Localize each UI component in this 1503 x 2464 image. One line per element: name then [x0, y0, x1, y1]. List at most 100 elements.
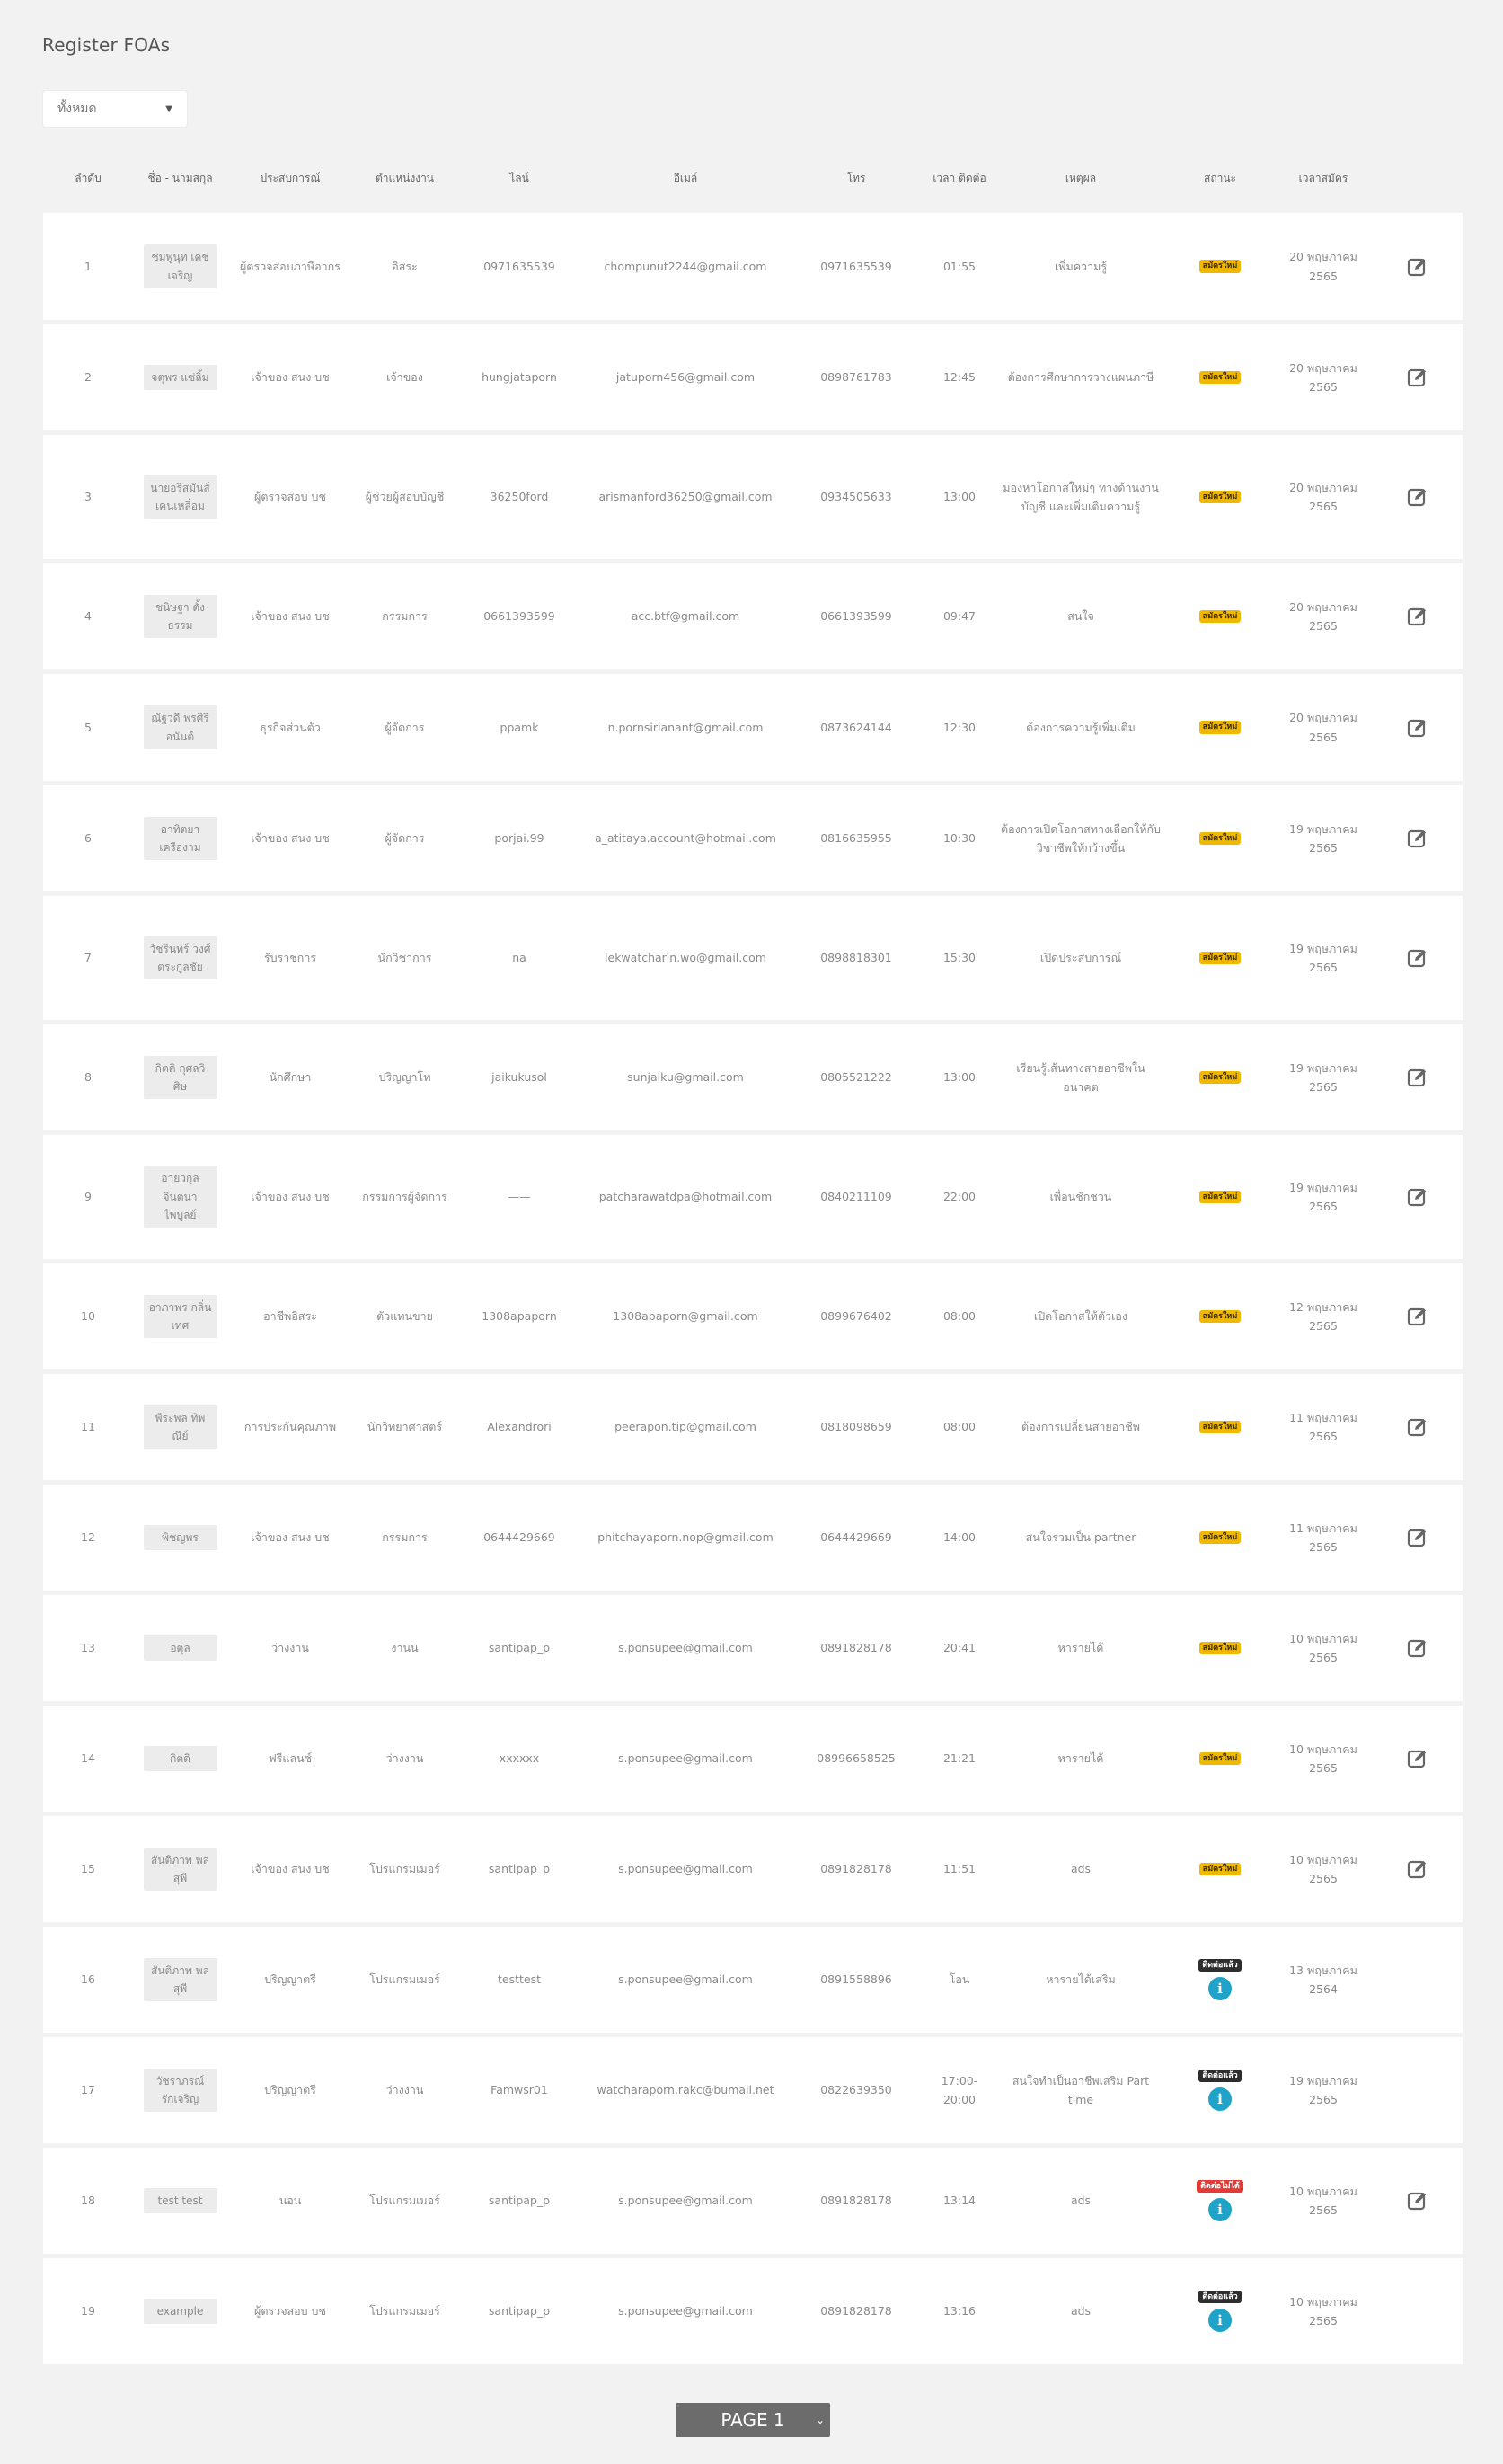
- row-no: 11: [81, 1420, 95, 1434]
- status-group: สมัครใหม่: [1198, 260, 1242, 273]
- header-position: ตำแหน่งงาน: [375, 171, 435, 184]
- row-status: ติดต่อแล้ว i: [1166, 1958, 1274, 2001]
- row-contact-time: 12:30: [942, 720, 977, 734]
- row-experience: เจ้าของ สนง บช: [251, 831, 330, 846]
- row-email: peerapon.tip@gmail.com: [614, 1420, 756, 1434]
- edit-icon[interactable]: [1406, 1066, 1429, 1089]
- edit-icon[interactable]: [1406, 946, 1429, 970]
- edit-icon[interactable]: [1406, 2189, 1429, 2212]
- status-group: ติดต่อแล้ว i: [1198, 2069, 1242, 2112]
- row-tel: 0898818301: [820, 951, 892, 965]
- row-contact-time: 21:21: [942, 1751, 977, 1766]
- row-status: ติดต่อแล้ว i: [1166, 2069, 1274, 2112]
- edit-icon[interactable]: [1406, 1636, 1429, 1660]
- row-name: อตุล: [143, 1635, 217, 1662]
- row-register-date: 13 พฤษภาคม 2564: [1289, 1963, 1357, 1996]
- table-row: 9 อายวกูล จินตนา ไพบูลย์ เจ้าของ สนง บช กรร…: [43, 1135, 1463, 1259]
- row-experience: เจ้าของ สนง บช: [251, 609, 330, 624]
- row-actions: [1373, 605, 1463, 628]
- status-group: สมัครใหม่: [1198, 721, 1242, 734]
- info-icon[interactable]: i: [1208, 1977, 1232, 2001]
- table-row: 4 ชนิษฐา ตั้งธรรม เจ้าของ สนง บช กรรมการ 066…: [43, 563, 1463, 669]
- row-name-cell: test test: [133, 2187, 227, 2214]
- status-badge: สมัครใหม่: [1198, 831, 1242, 846]
- status-badge: สมัครใหม่: [1198, 1641, 1242, 1655]
- edit-icon[interactable]: [1406, 1305, 1429, 1328]
- row-position: ผู้จัดการ: [385, 831, 425, 846]
- row-line: santipap_p: [488, 1862, 551, 1876]
- info-icon[interactable]: i: [1208, 2309, 1232, 2333]
- row-status: สมัครใหม่: [1166, 1530, 1274, 1545]
- page-select[interactable]: PAGE 1 ⌄: [676, 2403, 830, 2437]
- row-register-date: 11 พฤษภาคม 2565: [1289, 1520, 1357, 1554]
- row-name-cell: กิตติ กุศลวิศิษ: [133, 1055, 227, 1100]
- row-tel: 0891828178: [820, 2304, 892, 2318]
- row-line: 0644429669: [483, 1530, 555, 1545]
- row-reason: สนใจ: [1067, 609, 1094, 624]
- row-email: s.ponsupee@gmail.com: [618, 1862, 753, 1876]
- row-register-date: 20 พฤษภาคม 2565: [1289, 711, 1357, 744]
- table-row: 11 พีระพล ทิพณีย์ การประกันคุณภาพ นักวิทยาศ…: [43, 1374, 1463, 1480]
- row-tel: 0644429669: [820, 1530, 892, 1545]
- row-experience: อาชีพอิสระ: [263, 1309, 317, 1324]
- row-status: ติดต่อแล้ว i: [1166, 2290, 1274, 2333]
- row-position: ตัวแทนขาย: [376, 1309, 433, 1324]
- header-reason: เหตุผล: [1065, 171, 1097, 184]
- status-group: สมัครใหม่: [1198, 370, 1242, 385]
- row-name: พิชญพร: [143, 1524, 217, 1551]
- row-line: 0661393599: [483, 609, 555, 624]
- info-icon[interactable]: i: [1208, 2198, 1232, 2222]
- row-email: chompunut2244@gmail.com: [604, 259, 767, 273]
- edit-icon[interactable]: [1406, 1747, 1429, 1770]
- row-actions: [1373, 946, 1463, 970]
- status-group: สมัครใหม่: [1198, 609, 1242, 624]
- status-badge: สมัครใหม่: [1198, 490, 1242, 504]
- edit-icon[interactable]: [1406, 255, 1429, 279]
- edit-icon[interactable]: [1406, 716, 1429, 740]
- row-actions: [1373, 1066, 1463, 1089]
- row-contact-time: 08:00: [942, 1420, 977, 1434]
- row-name: test test: [143, 2187, 217, 2214]
- edit-icon[interactable]: [1406, 1857, 1429, 1881]
- chevron-down-icon: ⌄: [815, 2414, 825, 2426]
- row-name-cell: อาทิตยา เครืองาม: [133, 816, 227, 861]
- header-tel: โทร: [846, 171, 866, 184]
- status-group: สมัครใหม่: [1198, 1862, 1242, 1876]
- row-tel: 0899676402: [820, 1309, 892, 1324]
- status-badge: สมัครใหม่: [1198, 721, 1242, 734]
- row-actions: [1373, 1636, 1463, 1660]
- row-experience: ปริญญาตรี: [264, 1972, 316, 1987]
- row-line: 1308apaporn: [482, 1309, 557, 1324]
- status-badge: สมัครใหม่: [1198, 1190, 1242, 1204]
- edit-icon[interactable]: [1406, 1185, 1429, 1209]
- row-status: ติดต่อไม่ได้ i: [1166, 2179, 1274, 2222]
- row-email: acc.btf@gmail.com: [631, 609, 740, 624]
- edit-icon[interactable]: [1406, 485, 1429, 509]
- row-status: สมัครใหม่: [1166, 1641, 1274, 1655]
- row-no: 10: [81, 1309, 95, 1324]
- table-row: 2 จตุพร แซ่ลิ้ม เจ้าของ สนง บช เจ้าของ hungj…: [43, 324, 1463, 430]
- row-reason: ต้องการความรู้เพิ่มเติม: [1026, 720, 1136, 734]
- row-email: s.ponsupee@gmail.com: [618, 1751, 753, 1766]
- edit-icon[interactable]: [1406, 1415, 1429, 1439]
- edit-icon[interactable]: [1406, 1526, 1429, 1549]
- row-reason: หารายได้: [1057, 1641, 1104, 1655]
- info-icon[interactable]: i: [1208, 2087, 1232, 2112]
- row-reason: ads: [1070, 2304, 1092, 2318]
- status-filter-select[interactable]: ทั้งหมด ▼: [43, 91, 187, 127]
- edit-icon[interactable]: [1406, 366, 1429, 389]
- row-position: โปรแกรมเมอร์: [369, 1862, 440, 1876]
- row-register-date: 19 พฤษภาคม 2565: [1289, 1180, 1357, 1213]
- row-position: นักวิชาการ: [377, 951, 432, 965]
- edit-icon[interactable]: [1406, 605, 1429, 628]
- row-contact-time: 01:55: [942, 259, 977, 273]
- row-name: พีระพล ทิพณีย์: [143, 1405, 217, 1449]
- row-tel: 0891558896: [820, 1972, 892, 1987]
- row-name-cell: กิตติ: [133, 1745, 227, 1772]
- row-position: ปริญญาโท: [378, 1070, 431, 1085]
- row-line: xxxxxx: [499, 1751, 540, 1766]
- edit-icon[interactable]: [1406, 827, 1429, 850]
- row-no: 4: [84, 609, 92, 624]
- row-name-cell: ชมพูนุท เดชเจริญ: [133, 244, 227, 288]
- row-position: ผู้จัดการ: [385, 720, 425, 734]
